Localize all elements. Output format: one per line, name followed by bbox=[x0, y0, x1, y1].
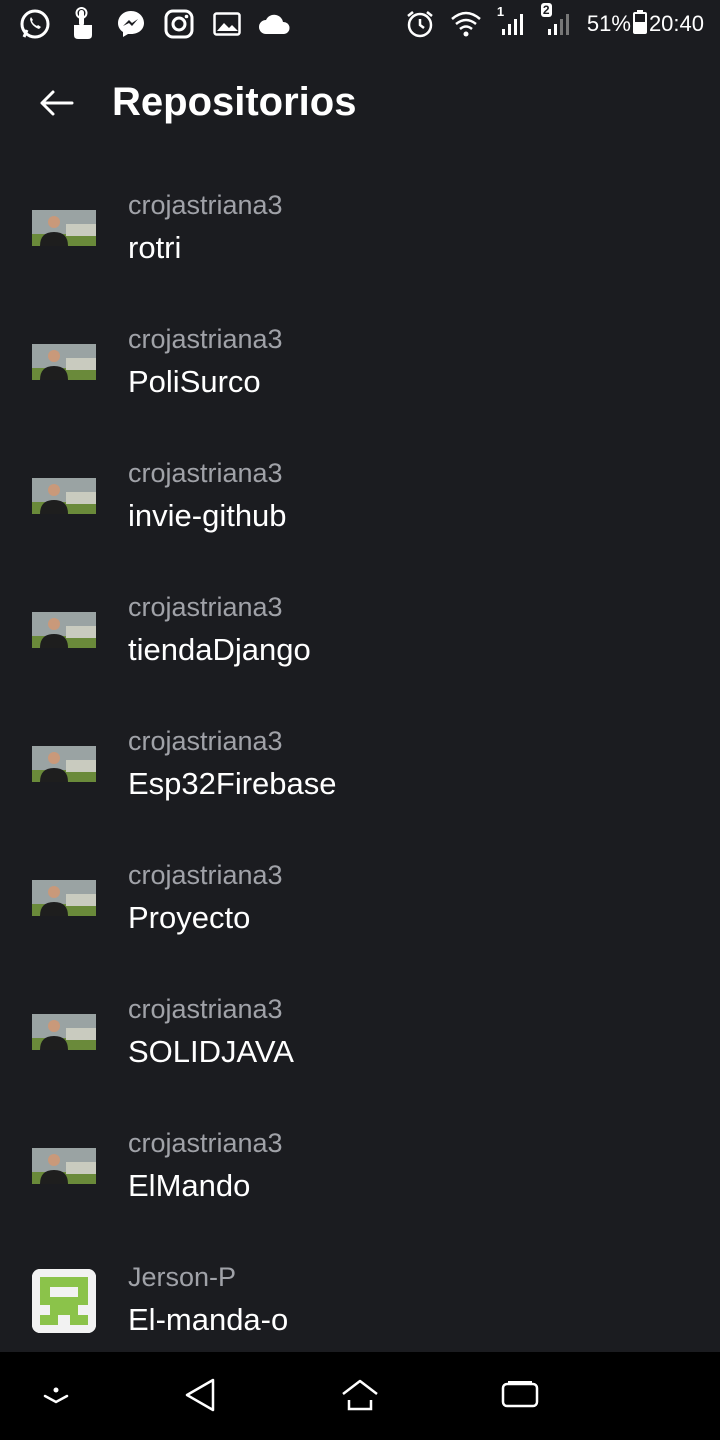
repository-name: SOLIDJAVA bbox=[128, 1034, 294, 1069]
owner-avatar bbox=[32, 1148, 96, 1184]
repository-name: invie-github bbox=[128, 498, 287, 533]
clock: 20:40 bbox=[648, 11, 704, 36]
sim2-label: 2 bbox=[540, 3, 552, 17]
sim1-label: 1 bbox=[496, 4, 505, 19]
owner-avatar bbox=[32, 746, 96, 782]
recents-icon bbox=[501, 1380, 539, 1415]
page-title: Repositorios bbox=[112, 80, 357, 124]
repository-item[interactable]: crojastriana3 Proyecto bbox=[0, 840, 720, 974]
repository-name: tiendaDjango bbox=[128, 632, 311, 667]
repository-name: PoliSurco bbox=[128, 364, 261, 399]
battery-percent: 51% bbox=[586, 11, 631, 36]
hand-touch-icon bbox=[66, 6, 100, 42]
app-bar: Repositorios bbox=[0, 60, 720, 150]
repository-item[interactable]: crojastriana3 tiendaDjango bbox=[0, 572, 720, 706]
owner-avatar bbox=[32, 478, 96, 514]
arrow-left-icon bbox=[38, 89, 74, 122]
repository-owner: crojastriana3 bbox=[128, 726, 283, 756]
repository-item[interactable]: crojastriana3 PoliSurco bbox=[0, 304, 720, 438]
owner-avatar bbox=[32, 880, 96, 916]
repository-owner: crojastriana3 bbox=[128, 994, 283, 1024]
whatsapp-icon bbox=[18, 6, 52, 42]
repository-list: crojastriana3 rotri crojastriana3 PoliSu… bbox=[0, 170, 720, 1376]
repository-item[interactable]: crojastriana3 SOLIDJAVA bbox=[0, 974, 720, 1108]
owner-avatar bbox=[32, 612, 96, 648]
owner-avatar bbox=[32, 210, 96, 246]
status-bar: 1 2 51% 20:40 bbox=[0, 0, 720, 50]
hide-keyboard-icon bbox=[41, 1385, 71, 1410]
repository-name: rotri bbox=[128, 230, 182, 265]
owner-avatar bbox=[32, 344, 96, 380]
identicon-avatar bbox=[32, 1269, 96, 1333]
repository-name: Proyecto bbox=[128, 900, 251, 935]
repository-name: El-manda-o bbox=[128, 1302, 289, 1337]
messenger-icon bbox=[114, 6, 148, 42]
back-button[interactable] bbox=[30, 82, 82, 128]
system-status: 1 2 51% 20:40 bbox=[403, 3, 704, 42]
owner-avatar bbox=[32, 1014, 96, 1050]
repository-item[interactable]: crojastriana3 ElMando bbox=[0, 1108, 720, 1242]
signal-sim2-icon: 2 bbox=[540, 3, 575, 42]
notification-icons bbox=[18, 6, 292, 42]
repository-owner: crojastriana3 bbox=[128, 458, 283, 488]
battery-icon bbox=[632, 9, 647, 39]
repository-item[interactable]: crojastriana3 rotri bbox=[0, 170, 720, 304]
signal-sim1-icon: 1 bbox=[495, 4, 529, 42]
instagram-icon bbox=[162, 6, 196, 42]
repository-item[interactable]: crojastriana3 invie-github bbox=[0, 438, 720, 572]
cloud-icon bbox=[258, 6, 292, 42]
repository-owner: crojastriana3 bbox=[128, 592, 283, 622]
home-button[interactable] bbox=[334, 1374, 386, 1420]
repository-name: Esp32Firebase bbox=[128, 766, 337, 801]
repository-owner: crojastriana3 bbox=[128, 324, 283, 354]
recents-button[interactable] bbox=[494, 1374, 546, 1420]
navigation-bar bbox=[0, 1352, 720, 1440]
wifi-icon bbox=[449, 6, 483, 42]
home-icon bbox=[340, 1378, 380, 1417]
repository-item[interactable]: crojastriana3 Esp32Firebase bbox=[0, 706, 720, 840]
repository-owner: crojastriana3 bbox=[128, 190, 283, 220]
back-nav-button[interactable] bbox=[174, 1374, 226, 1420]
repository-name: ElMando bbox=[128, 1168, 251, 1203]
back-triangle-icon bbox=[183, 1377, 217, 1418]
repository-owner: Jerson-P bbox=[128, 1262, 237, 1292]
alarm-icon bbox=[403, 6, 437, 42]
hide-keyboard-button[interactable] bbox=[30, 1374, 82, 1420]
gallery-icon bbox=[210, 6, 244, 42]
repository-owner: crojastriana3 bbox=[128, 1128, 283, 1158]
repository-owner: crojastriana3 bbox=[128, 860, 283, 890]
